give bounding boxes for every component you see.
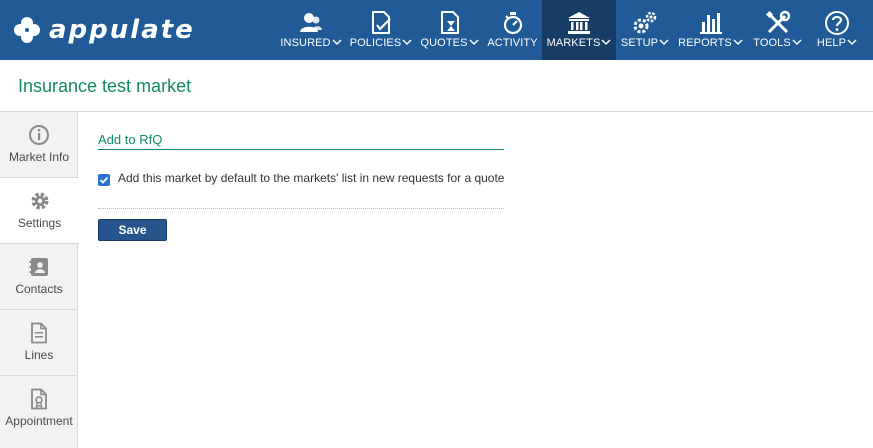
gear-icon [31,192,48,210]
help-icon [825,11,849,35]
sidebar-item-contacts[interactable]: Contacts [0,244,78,310]
chevron-down-icon [469,39,479,46]
sidebar-item-label: Contacts [15,282,63,296]
chevron-down-icon [733,39,743,46]
nav-help[interactable]: HELP [812,0,862,60]
sidebar-item-label: Lines [24,348,54,362]
appulate-logo[interactable]: appulate [12,15,195,45]
chevron-down-icon [332,39,342,46]
section-title-add-to-rfq: Add to RfQ [98,132,504,150]
policies-icon [372,11,391,34]
nav-activity[interactable]: ACTIVITY [484,0,541,60]
chevron-down-icon [601,39,611,46]
divider [98,208,504,209]
chevron-down-icon [659,39,669,46]
sidebar-item-market-info[interactable]: Market Info [0,112,78,178]
contacts-icon [29,258,48,276]
nav-tools[interactable]: TOOLS [750,0,805,60]
sidebar-tabs: Market Info Settings Contacts Lines Appo… [0,112,79,448]
certificate-icon [31,388,47,410]
sidebar-item-label: Settings [17,216,62,230]
setup-icon [633,11,657,34]
nav-reports[interactable]: REPORTS [677,0,744,60]
nav-setup-label: SETUP [620,37,659,49]
save-button[interactable]: Save [98,219,167,241]
info-icon [29,125,49,145]
page-title: Insurance test market [18,76,192,96]
nav-quotes-label: QUOTES [420,37,468,49]
clover-icon [14,17,40,43]
checkmark-icon [99,176,109,184]
sidebar-item-label: Market Info [8,150,70,164]
nav-insured[interactable]: INSURED [278,0,344,60]
sidebar-item-settings[interactable]: Settings [0,178,79,244]
reports-icon [699,13,722,34]
top-navigation-bar: appulate INSURED POLICIES QUOTES ACTIVIT… [0,0,873,60]
activity-icon [503,12,522,35]
nav-tools-label: TOOLS [753,37,791,49]
nav-markets[interactable]: MARKETS [542,0,616,60]
sidebar-item-label: Appointment [5,414,73,428]
page-header: Insurance test market [0,60,873,112]
nav-quotes[interactable]: QUOTES [418,0,481,60]
default-market-checkbox-label[interactable]: Add this market by default to the market… [118,171,504,185]
sidebar-item-lines[interactable]: Lines [0,310,78,376]
logo-wordmark: appulate [49,15,195,45]
nav-markets-label: MARKETS [546,37,601,49]
nav-help-label: HELP [816,37,847,49]
nav-insured-label: INSURED [280,37,331,49]
nav-policies[interactable]: POLICIES [347,0,415,60]
quotes-icon [440,11,459,34]
default-market-checkbox[interactable] [98,174,110,186]
nav-policies-label: POLICIES [349,37,402,49]
document-icon [31,322,47,344]
sidebar-item-appointment[interactable]: Appointment [0,376,78,442]
markets-icon [568,12,590,34]
nav-reports-label: REPORTS [678,37,732,49]
tools-icon [765,10,790,34]
chevron-down-icon [402,39,412,46]
chevron-down-icon [847,39,857,46]
nav-setup[interactable]: SETUP [618,0,672,60]
insured-icon [300,13,322,32]
nav-activity-label: ACTIVITY [487,37,538,49]
chevron-down-icon [792,39,802,46]
